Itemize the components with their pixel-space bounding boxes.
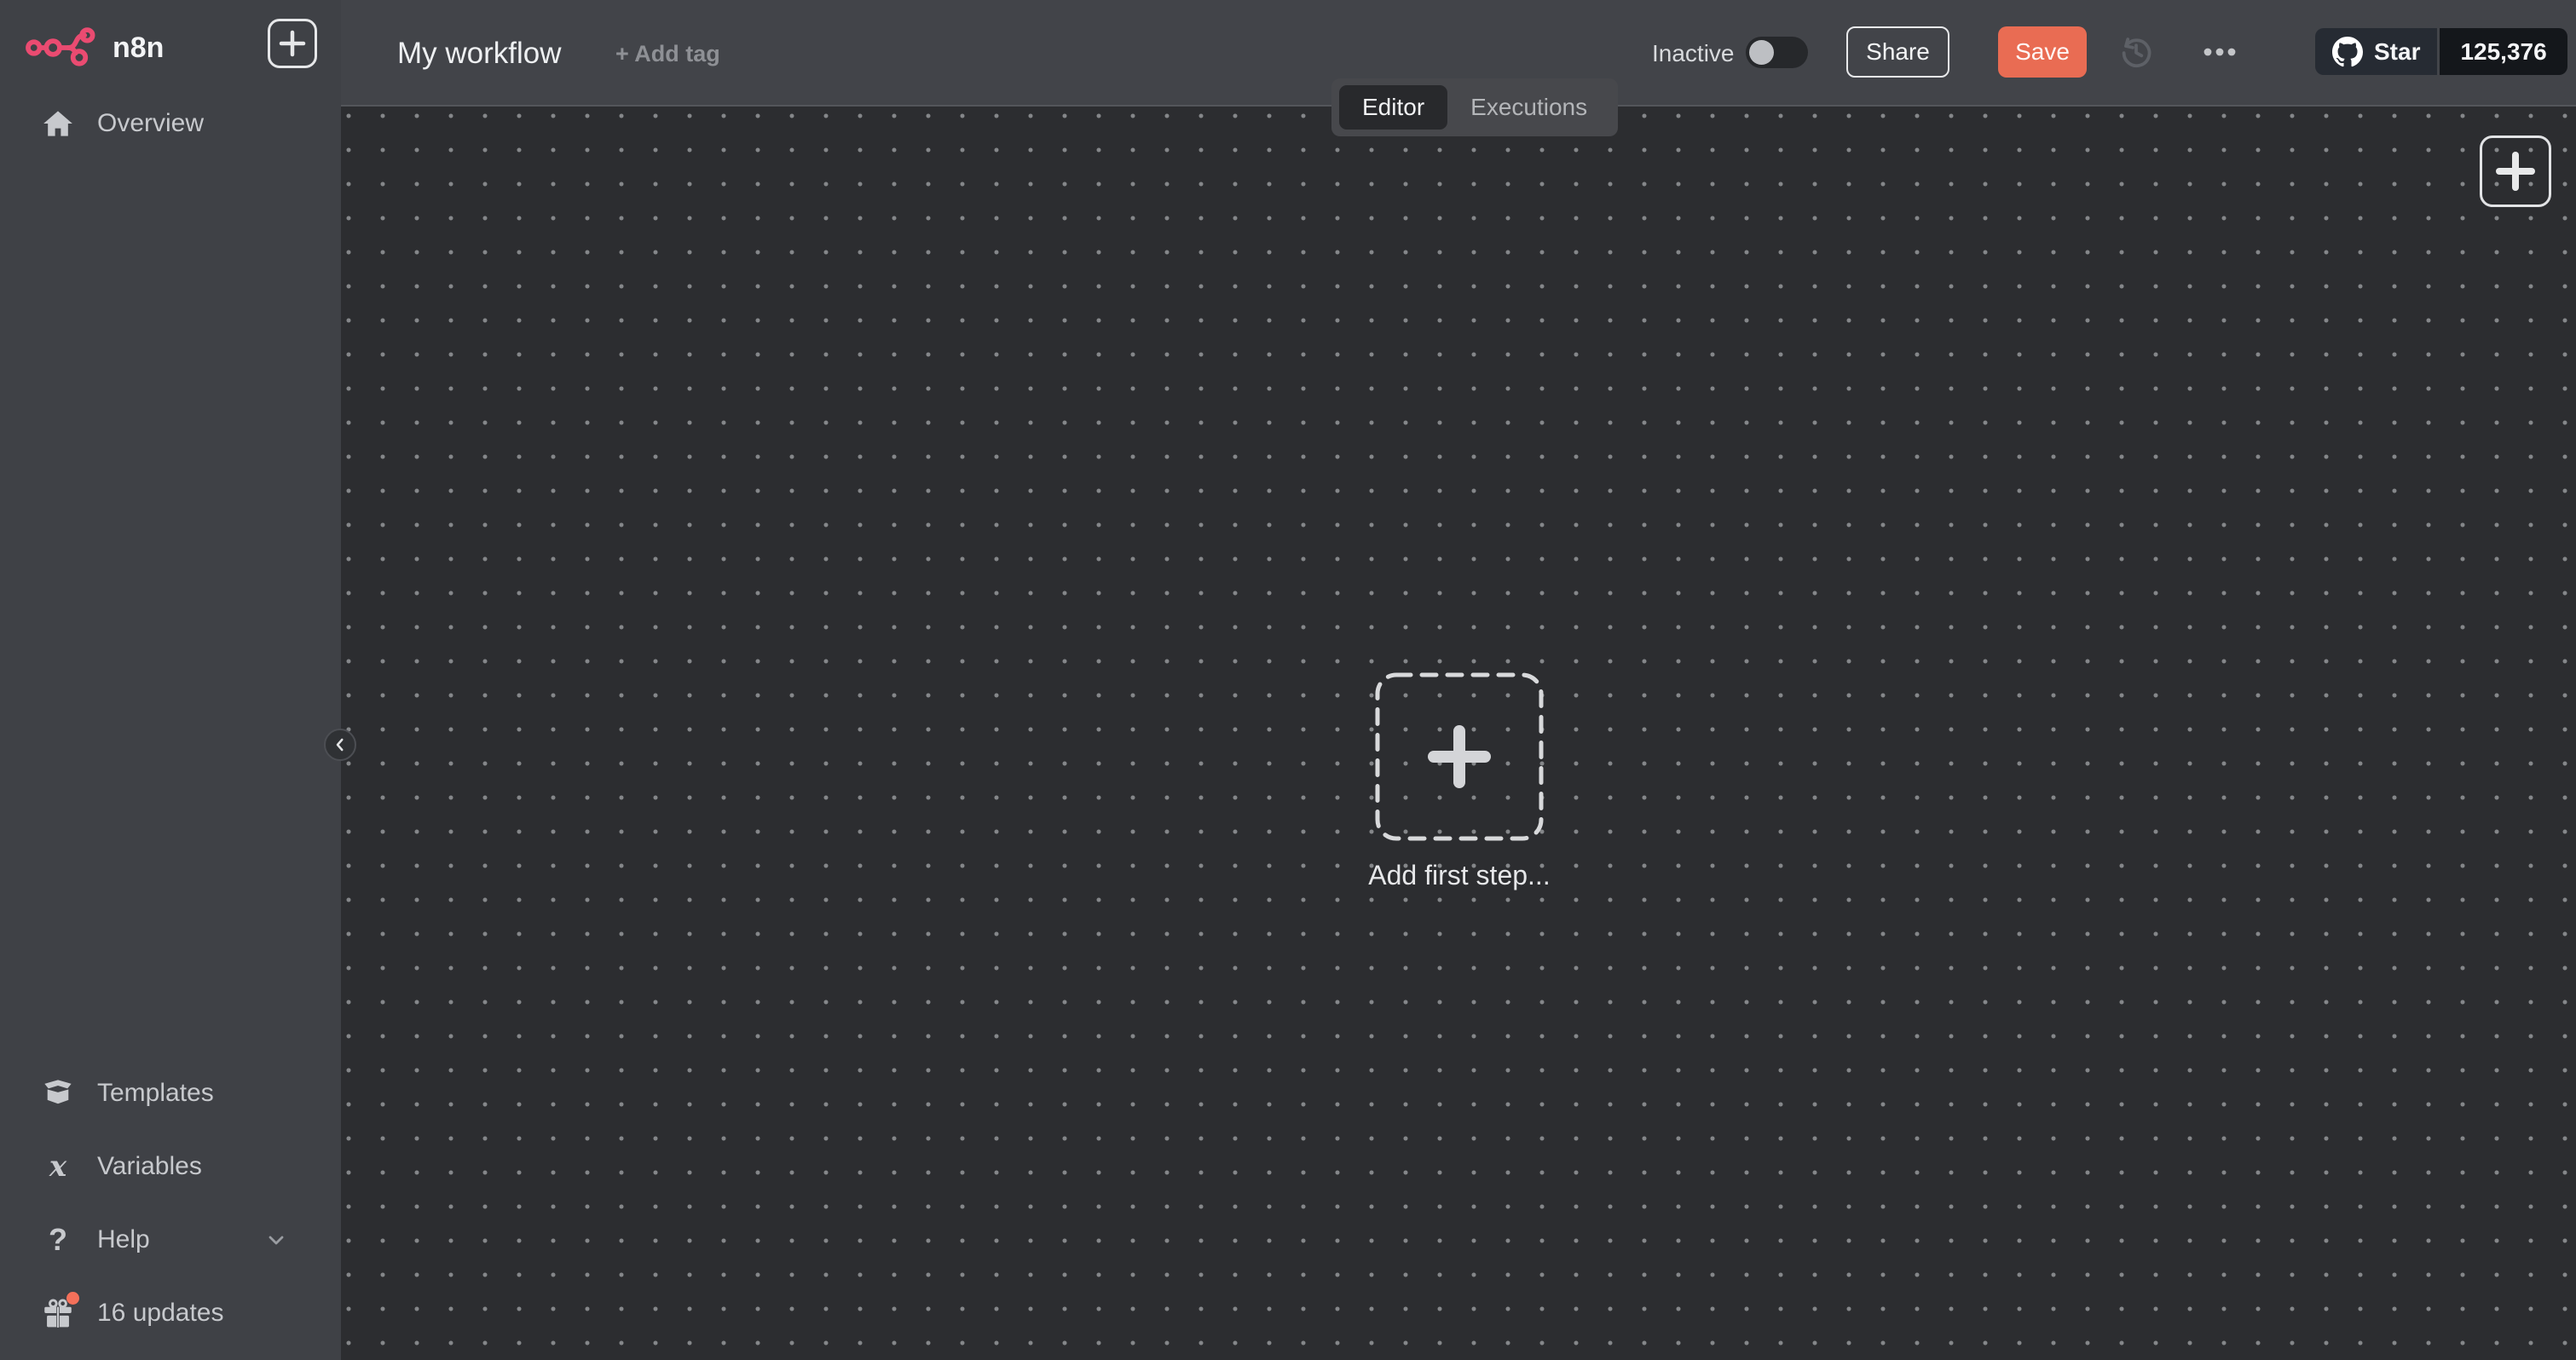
question-mark-icon: ? [39,1225,77,1255]
plus-icon [2496,152,2535,191]
save-button[interactable]: Save [1998,26,2087,78]
activation-toggle[interactable] [1746,37,1808,68]
ellipsis-icon [2200,45,2239,59]
sidebar-item-label: Templates [97,1079,214,1108]
home-icon [39,109,77,138]
updates-badge-dot [66,1292,79,1305]
n8n-branch-logo-icon [24,27,95,68]
brand-name: n8n [113,32,164,65]
plus-icon [278,29,307,58]
sidebar-item-label: Overview [97,109,204,138]
add-first-step-button[interactable] [1374,671,1545,842]
sidebar-item-variables[interactable]: x Variables [0,1130,341,1203]
new-workflow-button[interactable] [268,19,317,68]
n8n-logo[interactable]: n8n [24,27,164,68]
github-star-label: Star [2374,38,2420,66]
sidebar-item-label: Help [97,1225,150,1254]
github-icon [2332,37,2363,67]
toggle-knob [1749,40,1774,65]
sidebar-item-overview[interactable]: Overview [0,87,341,160]
gift-icon [39,1298,77,1328]
workflow-canvas[interactable]: Add first step... [341,107,2576,1360]
github-star-widget[interactable]: Star 125,376 [2315,28,2567,75]
sidebar-item-templates[interactable]: Templates [0,1057,341,1130]
sidebar-item-help[interactable]: ? Help [0,1203,341,1276]
workflow-history-button[interactable] [2112,28,2160,76]
sidebar-item-label: Variables [97,1152,202,1181]
more-options-button[interactable] [2196,28,2244,76]
history-undo-icon [2117,32,2156,72]
add-first-step-label: Add first step... [1289,860,1630,891]
add-tag-button[interactable]: + Add tag [615,41,720,67]
github-star-button[interactable]: Star [2315,28,2440,75]
chevron-down-icon [264,1228,288,1252]
chevron-left-icon [332,737,348,752]
activation-status-label: Inactive [1652,40,1735,67]
workflow-title[interactable]: My workflow [397,37,562,71]
n8n-app: Add first step... My workflow + Add tag … [0,0,2576,1360]
sidebar: n8n Overview [0,0,341,1360]
italic-x-icon: x [39,1152,77,1181]
tab-editor[interactable]: Editor [1339,85,1447,130]
sidebar-item-label: 16 updates [97,1299,223,1328]
canvas-add-node-button[interactable] [2480,135,2551,207]
share-button[interactable]: Share [1846,26,1949,78]
github-star-count[interactable]: 125,376 [2440,28,2567,75]
dashed-node-placeholder [1374,671,1545,842]
view-mode-tabs: Editor Executions [1331,78,1618,136]
plus-icon [1434,731,1485,782]
tab-executions[interactable]: Executions [1447,85,1610,130]
sidebar-item-updates[interactable]: 16 updates [0,1276,341,1350]
sidebar-collapse-button[interactable] [324,729,356,761]
open-box-icon [39,1078,77,1109]
